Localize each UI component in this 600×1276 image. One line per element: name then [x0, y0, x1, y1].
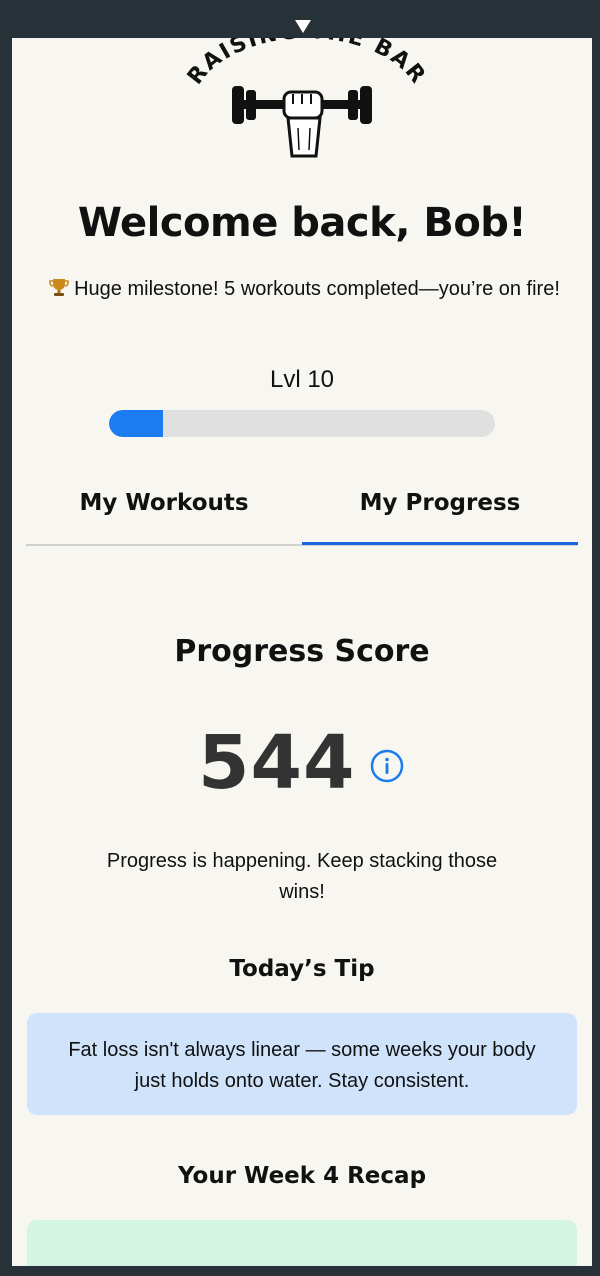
progress-score-value: 544: [198, 720, 356, 806]
tab-my-workouts[interactable]: My Workouts: [26, 478, 302, 542]
top-bar: [0, 0, 600, 38]
tip-card: Fat loss isn't always linear — some week…: [27, 1013, 577, 1115]
app-screen: RAISING THE BAR Welcome back, Bob! Huge …: [12, 38, 592, 1266]
tab-my-progress[interactable]: My Progress: [302, 478, 578, 545]
level-progress-fill: [109, 410, 164, 437]
info-icon[interactable]: [370, 749, 404, 783]
week-recap-title: Your Week 4 Recap: [177, 1163, 427, 1189]
milestone-message: Huge milestone! 5 workouts completed—you…: [34, 274, 574, 305]
week-recap-card: [27, 1220, 577, 1266]
milestone-text: Huge milestone! 5 workouts completed—you…: [74, 278, 560, 300]
tip-text: Fat loss isn't always linear — some week…: [68, 1039, 536, 1092]
todays-tip-title: Today’s Tip: [229, 956, 375, 982]
level-label: Lvl 10: [269, 366, 335, 393]
raising-the-bar-logo: RAISING THE BAR: [183, 38, 431, 158]
svg-text:RAISING THE BAR: RAISING THE BAR: [183, 38, 431, 89]
progress-score-title: Progress Score: [174, 634, 430, 669]
dropdown-arrow-icon[interactable]: [295, 20, 311, 33]
tab-bar: My Workouts My Progress: [26, 478, 578, 546]
welcome-heading: Welcome back, Bob!: [77, 200, 527, 246]
trophy-icon: [49, 279, 69, 296]
progress-message: Progress is happening. Keep stacking tho…: [106, 850, 498, 903]
level-progress-bar: [109, 410, 495, 437]
